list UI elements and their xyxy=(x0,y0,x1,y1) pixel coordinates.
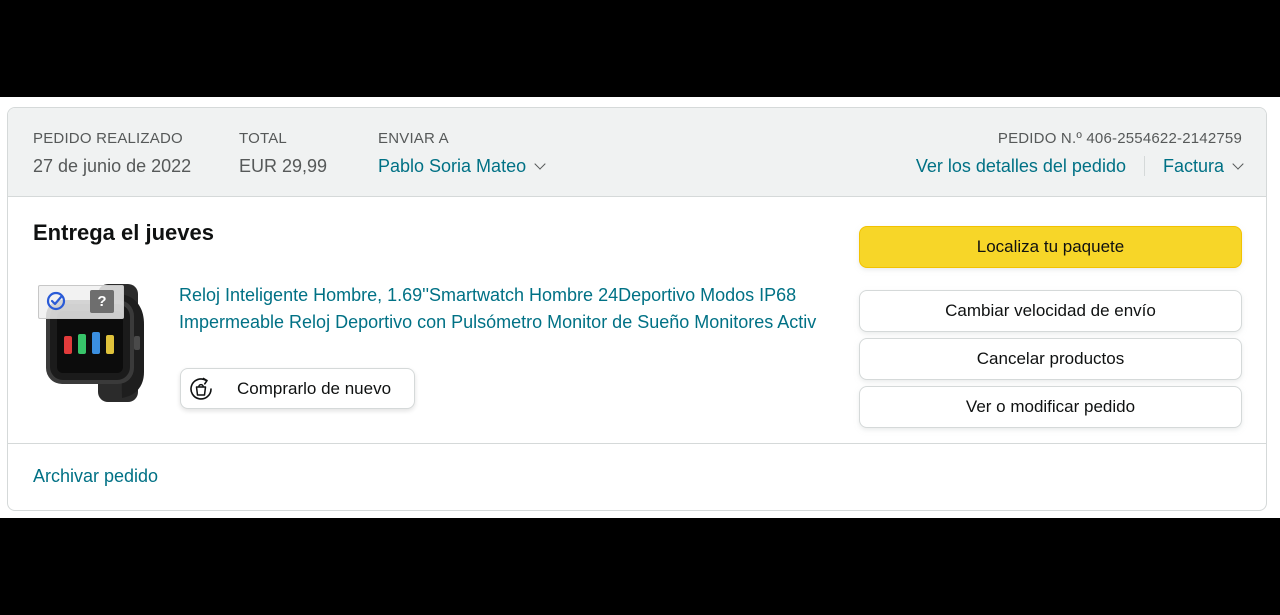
order-total-label: TOTAL xyxy=(239,130,287,147)
order-placed-block: PEDIDO REALIZADO 27 de junio de 2022 xyxy=(33,130,191,177)
order-header: PEDIDO REALIZADO 27 de junio de 2022 TOT… xyxy=(8,108,1266,197)
cancel-items-button[interactable]: Cancelar productos xyxy=(859,338,1242,380)
archive-order-link[interactable]: Archivar pedido xyxy=(33,466,158,487)
check-circle-icon[interactable] xyxy=(46,291,66,311)
delivery-status-title: Entrega el jueves xyxy=(33,220,214,245)
ship-to-block: ENVIAR A Pablo Soria Mateo xyxy=(378,130,546,177)
order-total-block: TOTAL EUR 29,99 xyxy=(239,130,327,177)
ship-to-name[interactable]: Pablo Soria Mateo xyxy=(378,156,526,176)
order-card: PEDIDO REALIZADO 27 de junio de 2022 TOT… xyxy=(7,107,1267,511)
product-title-link[interactable]: Reloj Inteligente Hombre, 1.69''Smartwat… xyxy=(179,282,829,336)
chevron-down-icon xyxy=(1232,158,1244,170)
order-links: Ver los detalles del pedido Factura xyxy=(916,155,1244,177)
invoice-dropdown[interactable]: Factura xyxy=(1163,155,1244,177)
view-edit-order-button[interactable]: Ver o modificar pedido xyxy=(859,386,1242,428)
question-mark-icon[interactable]: ? xyxy=(90,290,114,313)
link-divider xyxy=(1143,156,1145,176)
buy-again-cycle-icon xyxy=(190,377,212,400)
buy-again-label: Comprarlo de nuevo xyxy=(237,379,392,398)
chevron-down-icon xyxy=(534,158,546,170)
page-content: PEDIDO REALIZADO 27 de junio de 2022 TOT… xyxy=(0,97,1280,518)
buy-again-button[interactable]: Comprarlo de nuevo xyxy=(180,368,415,409)
track-package-button[interactable]: Localiza tu paquete xyxy=(859,226,1242,268)
image-overlay-toolbar: ? xyxy=(38,285,124,319)
invoice-link[interactable]: Factura xyxy=(1163,156,1224,176)
change-shipping-speed-button[interactable]: Cambiar velocidad de envío xyxy=(859,290,1242,332)
order-meta-block: PEDIDO N.º 406-2554622-2142759 Ver los d… xyxy=(916,130,1244,177)
order-total-value: EUR 29,99 xyxy=(239,156,328,176)
ship-to-label: ENVIAR A xyxy=(378,130,449,147)
ship-to-dropdown[interactable]: Pablo Soria Mateo xyxy=(378,155,546,177)
order-details-link[interactable]: Ver los detalles del pedido xyxy=(916,155,1126,177)
card-divider xyxy=(8,443,1266,444)
order-number: PEDIDO N.º 406-2554622-2142759 xyxy=(997,130,1242,147)
order-placed-date: 27 de junio de 2022 xyxy=(33,156,192,176)
order-placed-label: PEDIDO REALIZADO xyxy=(33,130,183,147)
